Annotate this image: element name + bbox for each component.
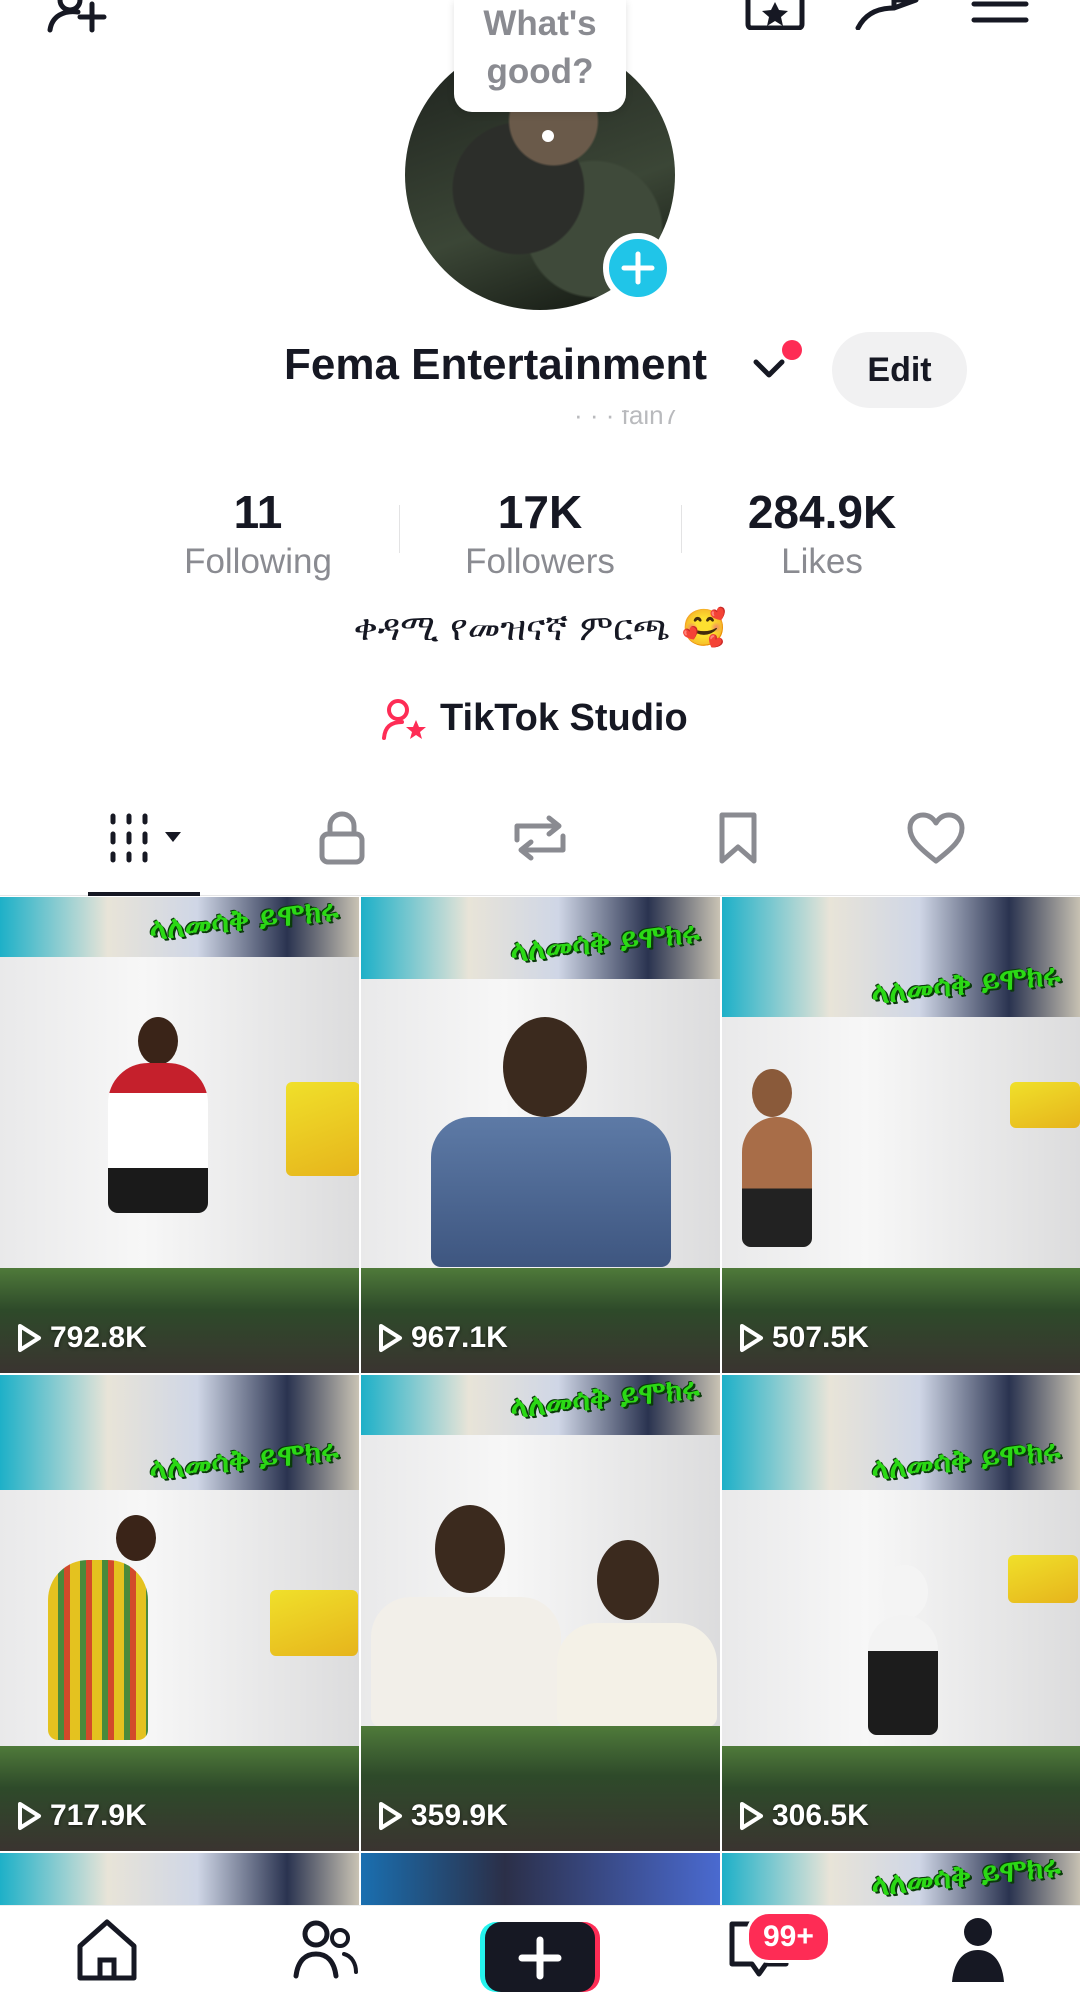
- view-count-value: 359.9K: [411, 1799, 508, 1832]
- video-thumbnail[interactable]: [361, 1853, 720, 1905]
- play-icon: [379, 1324, 402, 1352]
- video-thumbnail[interactable]: ላለመሳቅ ይሞክሩ 717.9K: [0, 1375, 359, 1851]
- followers-count: 17K: [497, 486, 583, 538]
- video-thumbnail[interactable]: ላለመሳቅ ይሞክሩ: [722, 1853, 1080, 1905]
- share-icon[interactable]: [852, 0, 922, 30]
- tab-videos[interactable]: [104, 808, 194, 868]
- username: · · · fain7: [574, 410, 679, 426]
- stat-followers[interactable]: 17K Followers: [440, 484, 640, 584]
- home-icon: [77, 1919, 137, 1981]
- add-friend-icon[interactable]: [44, 0, 114, 34]
- add-avatar-button[interactable]: [603, 233, 673, 303]
- create-button[interactable]: [480, 1922, 600, 1992]
- inbox-badge: 99+: [746, 1911, 831, 1963]
- following-count: 11: [233, 486, 283, 538]
- nav-home[interactable]: [72, 1916, 142, 1987]
- stat-divider: [399, 505, 400, 553]
- bio-text: ቀዳሚ የመዝናኛ ምርጫ 🥰: [353, 608, 727, 649]
- display-name[interactable]: Fema Entertainment: [284, 340, 707, 390]
- video-thumbnail[interactable]: ላለመሳቅ ይሞክሩ 792.8K: [0, 897, 359, 1373]
- tab-saved[interactable]: [693, 808, 783, 868]
- nav-friends[interactable]: [290, 1916, 360, 1987]
- profile-icon: [952, 1918, 1004, 1982]
- stat-likes[interactable]: 284.9K Likes: [722, 484, 922, 584]
- tab-private[interactable]: [297, 808, 387, 868]
- view-count: 792.8K: [16, 1321, 147, 1355]
- play-icon: [740, 1802, 763, 1830]
- view-count: 306.5K: [738, 1799, 869, 1833]
- view-count-value: 967.1K: [411, 1321, 508, 1354]
- video-thumbnail[interactable]: ላለመሳቅ ይሞክሩ 507.5K: [722, 897, 1080, 1373]
- followers-label: Followers: [465, 542, 615, 581]
- view-count-value: 717.9K: [50, 1799, 147, 1832]
- friends-icon: [293, 1920, 358, 1979]
- view-count-value: 792.8K: [50, 1321, 147, 1354]
- tab-indicator: [88, 892, 200, 896]
- view-count-value: 507.5K: [772, 1321, 869, 1354]
- lock-icon: [319, 811, 365, 865]
- play-icon: [740, 1324, 763, 1352]
- view-count: 507.5K: [738, 1321, 869, 1355]
- grid-icon: [110, 813, 181, 863]
- note-bubble[interactable]: What's good?: [454, 0, 626, 112]
- favorites-icon[interactable]: [744, 0, 806, 30]
- repost-icon: [514, 815, 566, 861]
- video-grid: ላለመሳቅ ይሞክሩ 792.8K ላለመሳቅ ይሞክሩ 967.1K ላለመሳ…: [0, 897, 1080, 1905]
- following-label: Following: [184, 542, 332, 581]
- nav-profile[interactable]: [948, 1916, 1008, 1987]
- tab-reposts[interactable]: [495, 808, 585, 868]
- video-thumbnail[interactable]: ላለመሳቅ ይሞክሩ 967.1K: [361, 897, 720, 1373]
- play-icon: [379, 1802, 402, 1830]
- view-count: 359.9K: [377, 1799, 508, 1833]
- stat-following[interactable]: 11 Following: [158, 484, 358, 584]
- studio-person-star-icon: [382, 698, 426, 740]
- tiktok-studio-link[interactable]: TikTok Studio: [382, 697, 688, 740]
- view-count: 717.9K: [16, 1799, 147, 1833]
- stat-divider: [681, 505, 682, 553]
- video-thumbnail[interactable]: ላለመሳቅ ይሞክሩ 306.5K: [722, 1375, 1080, 1851]
- edit-profile-button[interactable]: Edit: [832, 332, 967, 408]
- view-count: 967.1K: [377, 1321, 508, 1355]
- likes-label: Likes: [781, 542, 863, 581]
- video-thumbnail[interactable]: [0, 1853, 359, 1905]
- bookmark-icon: [719, 812, 757, 864]
- tab-liked[interactable]: [891, 808, 981, 868]
- note-text: What's good?: [483, 4, 597, 91]
- bottom-nav: [0, 1905, 1080, 1992]
- tiktok-studio-label: TikTok Studio: [440, 697, 688, 739]
- plus-icon: [621, 251, 655, 285]
- plus-icon: [480, 1922, 600, 1992]
- menu-icon[interactable]: [970, 0, 1030, 26]
- heart-icon: [907, 812, 965, 864]
- video-thumbnail[interactable]: ላለመሳቅ ይሞክሩ 359.9K: [361, 1375, 720, 1851]
- note-pointer: [542, 130, 554, 142]
- notification-dot: [782, 340, 802, 360]
- likes-count: 284.9K: [747, 486, 897, 538]
- play-icon: [18, 1802, 41, 1830]
- view-count-value: 306.5K: [772, 1799, 869, 1832]
- play-icon: [18, 1324, 41, 1352]
- chevron-down-icon[interactable]: [752, 358, 786, 380]
